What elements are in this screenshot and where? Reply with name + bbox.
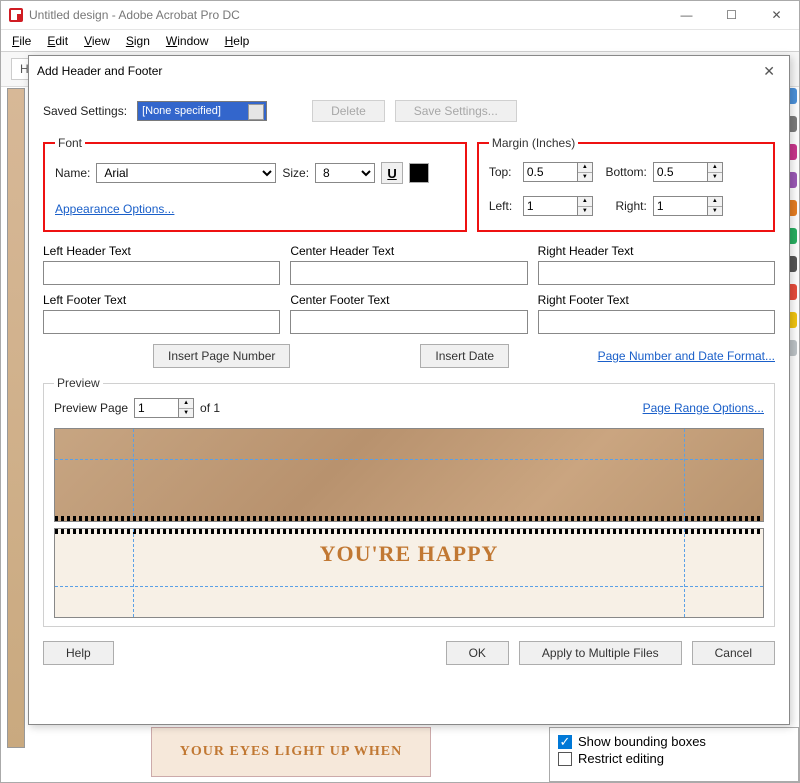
- delete-button[interactable]: Delete: [312, 100, 385, 122]
- app-logo-icon: [9, 8, 23, 22]
- center-footer-label: Center Footer Text: [290, 293, 527, 307]
- preview-footer-text: YOU'RE HAPPY: [320, 541, 499, 567]
- menu-edit[interactable]: Edit: [40, 32, 75, 50]
- margin-top-input[interactable]: ▲▼: [523, 162, 593, 182]
- left-header-label: Left Header Text: [43, 244, 280, 258]
- page-number-date-format-link[interactable]: Page Number and Date Format...: [598, 349, 775, 363]
- document-strip: [7, 88, 25, 748]
- font-color-button[interactable]: [409, 163, 429, 183]
- save-settings-button[interactable]: Save Settings...: [395, 100, 517, 122]
- spin-down-icon[interactable]: ▼: [578, 173, 592, 182]
- preview-header-pane: [54, 428, 764, 522]
- preview-footer-pane: YOU'RE HAPPY: [54, 528, 764, 618]
- spin-down-icon[interactable]: ▼: [578, 207, 592, 216]
- close-button[interactable]: ✕: [754, 1, 799, 30]
- document-preview-text: YOUR EYES LIGHT UP WHEN: [151, 727, 431, 777]
- header-footer-dialog: Add Header and Footer ✕ Saved Settings: …: [28, 55, 790, 725]
- menu-file[interactable]: File: [5, 32, 38, 50]
- margin-left-label: Left:: [489, 199, 517, 213]
- spin-up-icon[interactable]: ▲: [578, 197, 592, 207]
- spin-up-icon[interactable]: ▲: [179, 399, 193, 409]
- margin-bottom-label: Bottom:: [599, 165, 647, 179]
- maximize-button[interactable]: ☐: [709, 1, 754, 30]
- margin-legend: Margin (Inches): [489, 136, 578, 150]
- spin-up-icon[interactable]: ▲: [708, 163, 722, 173]
- minimize-button[interactable]: —: [664, 1, 709, 30]
- margin-group: Margin (Inches) Top: ▲▼ Bottom: ▲▼ Left:…: [477, 136, 775, 232]
- left-footer-input[interactable]: [43, 310, 280, 334]
- appearance-options-link[interactable]: Appearance Options...: [55, 202, 174, 216]
- ok-button[interactable]: OK: [446, 641, 509, 665]
- preview-page-label: Preview Page: [54, 401, 128, 415]
- center-footer-input[interactable]: [290, 310, 527, 334]
- saved-settings-label: Saved Settings:: [43, 104, 127, 118]
- right-header-label: Right Header Text: [538, 244, 775, 258]
- apply-multiple-button[interactable]: Apply to Multiple Files: [519, 641, 682, 665]
- insert-page-number-button[interactable]: Insert Page Number: [153, 344, 290, 368]
- preview-of-label: of 1: [200, 401, 220, 415]
- bottom-peek: YOUR EYES LIGHT UP WHEN ✓ Show bounding b…: [151, 727, 799, 782]
- menu-sign[interactable]: Sign: [119, 32, 157, 50]
- font-name-label: Name:: [55, 166, 90, 180]
- menubar: File Edit View Sign Window Help: [1, 30, 799, 52]
- left-footer-label: Left Footer Text: [43, 293, 280, 307]
- side-panel: ✓ Show bounding boxes Restrict editing: [549, 727, 799, 782]
- dialog-titlebar: Add Header and Footer ✕: [29, 56, 789, 86]
- page-range-options-link[interactable]: Page Range Options...: [643, 401, 764, 415]
- titlebar: Untitled design - Adobe Acrobat Pro DC —…: [1, 1, 799, 30]
- center-header-input[interactable]: [290, 261, 527, 285]
- margin-bottom-input[interactable]: ▲▼: [653, 162, 723, 182]
- spin-down-icon[interactable]: ▼: [708, 207, 722, 216]
- font-size-label: Size:: [282, 166, 309, 180]
- font-name-select[interactable]: Arial: [96, 163, 276, 183]
- menu-view[interactable]: View: [77, 32, 117, 50]
- dialog-title: Add Header and Footer: [37, 64, 162, 78]
- insert-date-button[interactable]: Insert Date: [420, 344, 509, 368]
- show-bounding-label: Show bounding boxes: [578, 734, 706, 749]
- margin-right-label: Right:: [599, 199, 647, 213]
- menu-window[interactable]: Window: [159, 32, 216, 50]
- font-size-select[interactable]: 8: [315, 163, 375, 183]
- spin-up-icon[interactable]: ▲: [578, 163, 592, 173]
- preview-legend: Preview: [54, 376, 103, 390]
- dialog-close-icon[interactable]: ✕: [757, 61, 781, 82]
- underline-button[interactable]: U: [381, 162, 403, 184]
- spin-down-icon[interactable]: ▼: [179, 409, 193, 418]
- window-title: Untitled design - Adobe Acrobat Pro DC: [29, 8, 240, 22]
- restrict-editing-checkbox[interactable]: [558, 752, 572, 766]
- preview-group: Preview Preview Page ▲▼ of 1 Page Range …: [43, 376, 775, 627]
- right-footer-label: Right Footer Text: [538, 293, 775, 307]
- margin-left-input[interactable]: ▲▼: [523, 196, 593, 216]
- center-header-label: Center Header Text: [290, 244, 527, 258]
- preview-page-input[interactable]: ▲▼: [134, 398, 194, 418]
- right-footer-input[interactable]: [538, 310, 775, 334]
- cancel-button[interactable]: Cancel: [692, 641, 775, 665]
- margin-top-label: Top:: [489, 165, 517, 179]
- show-bounding-checkbox[interactable]: ✓: [558, 735, 572, 749]
- restrict-editing-label: Restrict editing: [578, 751, 664, 766]
- saved-settings-select[interactable]: [None specified]: [137, 101, 267, 121]
- font-group: Font Name: Arial Size: 8 U Appearance Op…: [43, 136, 467, 232]
- margin-right-input[interactable]: ▲▼: [653, 196, 723, 216]
- menu-help[interactable]: Help: [218, 32, 257, 50]
- help-button[interactable]: Help: [43, 641, 114, 665]
- spin-down-icon[interactable]: ▼: [708, 173, 722, 182]
- spin-up-icon[interactable]: ▲: [708, 197, 722, 207]
- left-header-input[interactable]: [43, 261, 280, 285]
- font-legend: Font: [55, 136, 85, 150]
- right-header-input[interactable]: [538, 261, 775, 285]
